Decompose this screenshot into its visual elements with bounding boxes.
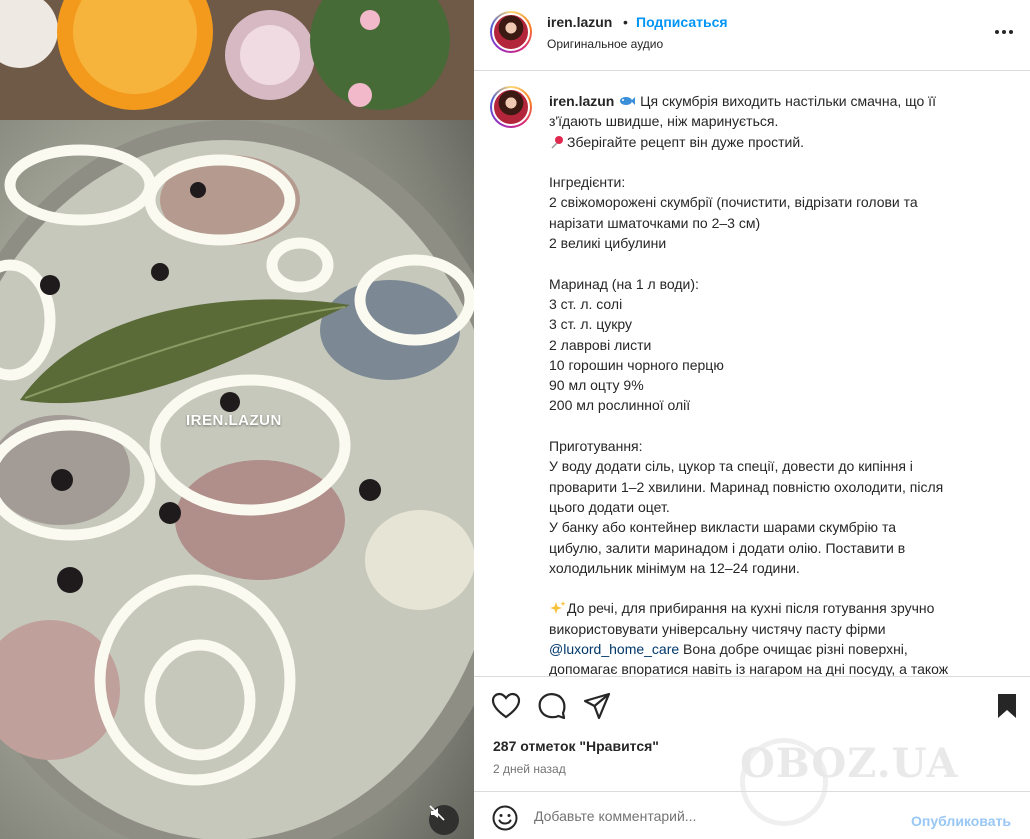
caption-line: 10 горошин чорного перцю: [549, 356, 724, 373]
follow-button[interactable]: Подписаться: [636, 14, 728, 30]
comment-bar: Опубликовать: [474, 791, 1030, 839]
caption-line: [549, 416, 989, 436]
heart-icon[interactable]: [491, 691, 521, 721]
caption-line: Інгредієнти:: [549, 174, 626, 191]
post-caption: iren.lazun Ця скумбрія виходить настільк…: [549, 91, 989, 676]
caption-line: допомагає впоратися навіть із нагаром на…: [549, 661, 949, 676]
caption-line: У воду додати сіль, цукор та спеції, дов…: [549, 458, 913, 475]
bookmark-icon[interactable]: [992, 691, 1022, 721]
caption-line: До речі, для прибирання на кухні після г…: [549, 598, 989, 618]
comment-icon[interactable]: [537, 691, 567, 721]
separator-dot: •: [623, 14, 628, 30]
caption-line: цього додати оцет.: [549, 498, 670, 515]
action-bar: [474, 676, 1030, 736]
pushpin-emoji-icon: [551, 135, 563, 149]
caption-line: 3 ст. л. солі: [549, 295, 623, 312]
caption-username[interactable]: iren.lazun: [549, 93, 614, 109]
caption-line: холодильник мінімум на 12–24 години.: [549, 559, 800, 576]
comment-input[interactable]: [534, 802, 884, 830]
caption-line: У банку або контейнер викласти шарами ск…: [549, 519, 896, 536]
caption-line: 3 ст. л. цукру: [549, 316, 633, 333]
share-icon[interactable]: [582, 691, 612, 721]
caption-line: з'їдають швидше, ніж маринується.: [549, 113, 779, 130]
author-avatar[interactable]: [490, 11, 532, 53]
mention-link[interactable]: @luxord_home_care: [549, 641, 679, 657]
sparkles-emoji-icon: [550, 601, 566, 615]
caption-line: 90 мл оцту 9%: [549, 377, 644, 394]
post-header: iren.lazun • Подписаться Оригинальное ау…: [474, 0, 1030, 71]
mute-button[interactable]: [429, 805, 459, 835]
caption-line: [549, 578, 989, 598]
publish-button[interactable]: Опубликовать: [911, 813, 1011, 829]
caption-line: iren.lazun Ця скумбрія виходить настільк…: [549, 93, 936, 109]
audio-link[interactable]: Оригинальное аудио: [547, 37, 663, 51]
caption-author-avatar[interactable]: [490, 86, 532, 128]
caption-line: використовувати універсальну чистячу пас…: [549, 620, 886, 637]
caption-line: Маринад (на 1 л води):: [549, 275, 699, 292]
caption-line: 2 свіжоморожені скумбрії (почистити, від…: [549, 194, 918, 211]
more-horizontal-icon[interactable]: [989, 22, 1019, 42]
speaker-muted-icon: [429, 805, 445, 821]
caption-line: [549, 152, 989, 172]
caption-line: @luxord_home_care Вона добре очищає різн…: [549, 641, 908, 658]
caption-line: цибулю, залити маринадом і додати олію. …: [549, 539, 906, 556]
emoji-icon[interactable]: [491, 804, 519, 832]
oboz-watermark: OBOZ.UA: [740, 740, 959, 787]
caption-line: Зберігайте рецепт він дуже простий.: [549, 132, 989, 152]
caption-line: нарізати шматочками по 2–3 см): [549, 214, 761, 231]
post-panel: iren.lazun • Подписаться Оригинальное ау…: [474, 0, 1030, 839]
post-timestamp[interactable]: 2 дней назад: [493, 762, 566, 776]
likes-count[interactable]: 287 отметок "Нравится": [493, 738, 659, 754]
caption-line: 2 лаврові листи: [549, 336, 652, 353]
author-username[interactable]: iren.lazun: [547, 14, 612, 30]
caption-line: 2 великі цибулини: [549, 235, 667, 252]
reel-video[interactable]: IREN.LAZUN: [0, 0, 474, 839]
caption-scroll-area[interactable]: iren.lazun Ця скумбрія виходить настільк…: [474, 71, 1030, 676]
caption-line: проварити 1–2 хвилини. Маринад повністю …: [549, 478, 944, 495]
fish-emoji-icon: [620, 97, 636, 105]
video-watermark: IREN.LAZUN: [186, 412, 282, 429]
caption-line: Приготування:: [549, 438, 643, 455]
caption-line: [549, 253, 989, 273]
caption-line: 200 мл рослинної олії: [549, 397, 691, 414]
